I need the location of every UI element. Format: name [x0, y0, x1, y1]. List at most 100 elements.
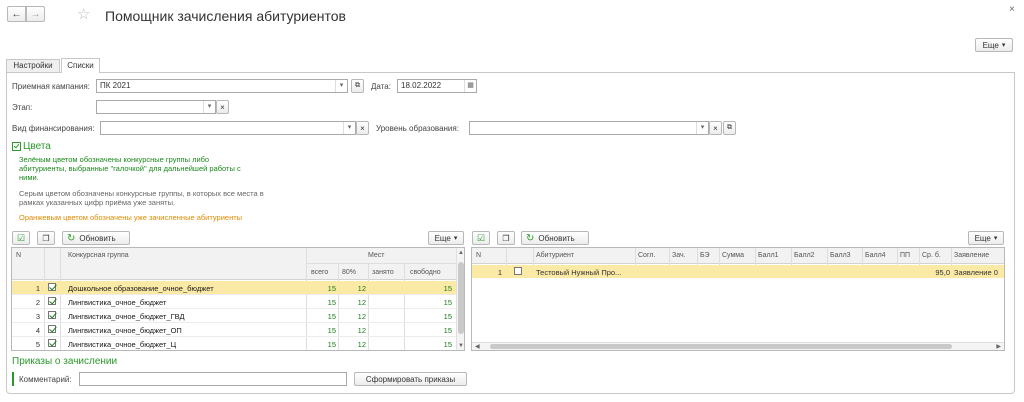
header-8: Балл2	[794, 252, 815, 259]
education-field[interactable]: ▾	[469, 121, 709, 135]
group-name: Дошкольное образование_очное_бюджет	[68, 284, 214, 293]
more-label: Еще	[434, 233, 451, 243]
orders-accent-bar	[12, 372, 14, 386]
financing-clear-icon[interactable]: ×	[356, 121, 369, 135]
more-button[interactable]: Еще ▾	[975, 38, 1013, 52]
create-orders-button[interactable]: Сформировать приказы	[354, 372, 467, 386]
table-row[interactable]: 4 Лингвистика_очное_бюджет_ОП 15 12 15	[12, 323, 456, 337]
comment-label: Комментарий:	[19, 375, 72, 384]
right-copy-icon[interactable]: ❐	[497, 231, 515, 245]
header-9: Балл3	[830, 252, 851, 259]
group-name: Лингвистика_очное_бюджет_Ц	[68, 340, 177, 349]
education-label: Уровень образования:	[376, 124, 459, 133]
scroll-left-icon[interactable]: ◀	[475, 343, 480, 350]
header-6: Сумма	[722, 252, 744, 259]
total-places: 15	[327, 340, 336, 349]
row-number: 3	[35, 312, 40, 321]
header-total: всего	[311, 269, 329, 276]
open-education-icon[interactable]: ⧉	[723, 121, 736, 135]
date-field[interactable]: 18.02.2022 ▦	[397, 79, 477, 93]
row-checkbox[interactable]	[48, 325, 56, 333]
favorite-star-icon[interactable]: ☆	[77, 5, 90, 23]
back-button[interactable]: ←	[7, 6, 26, 22]
stage-clear-icon[interactable]: ×	[216, 100, 229, 114]
close-icon[interactable]: ×	[1009, 4, 1015, 15]
row-checkbox[interactable]	[48, 297, 56, 305]
left-more-button[interactable]: Еще ▾	[428, 231, 464, 245]
left-refresh-button[interactable]: ↻ Обновить	[62, 231, 130, 245]
table-row[interactable]: 1 Тестовый Нужный Про... 95,0 Заявление 0	[472, 265, 1004, 278]
row-number: 5	[35, 340, 40, 349]
table-row[interactable]: 5 Лингвистика_очное_бюджет_Ц 15 12 15	[12, 337, 456, 350]
row-checkbox[interactable]	[514, 267, 522, 275]
header-10: Балл4	[865, 252, 886, 259]
group-name: Лингвистика_очное_бюджет_ГВД	[68, 312, 185, 321]
green-legend-text: Зелёным цветом обозначены конкурсные гру…	[19, 155, 241, 182]
open-campaign-icon[interactable]: ⧉	[351, 79, 364, 93]
colors-toggle[interactable]: Цвета	[12, 141, 51, 152]
campaign-field[interactable]: ПК 2021 ▾	[96, 79, 348, 93]
tab-lists[interactable]: Списки	[61, 58, 100, 73]
calendar-icon[interactable]: ▦	[464, 80, 476, 92]
chevron-down-icon[interactable]: ▾	[335, 80, 347, 92]
average-score: 95,0	[935, 268, 950, 277]
free-places: 15	[443, 340, 452, 349]
right-select-all-icon[interactable]: ☑	[472, 231, 490, 245]
right-more-button[interactable]: Еще ▾	[968, 231, 1004, 245]
campaign-value: ПК 2021	[100, 81, 131, 90]
chevron-down-icon[interactable]: ▾	[343, 122, 355, 134]
table-row[interactable]: 3 Лингвистика_очное_бюджет_ГВД 15 12 15	[12, 309, 456, 323]
chevron-down-icon[interactable]: ▾	[696, 122, 708, 134]
forward-button[interactable]: →	[26, 6, 45, 22]
group-name: Лингвистика_очное_бюджет_ОП	[68, 326, 182, 335]
row-number: 4	[35, 326, 40, 335]
scroll-thumb[interactable]	[490, 344, 952, 349]
applicant-name: Тестовый Нужный Про...	[536, 268, 622, 277]
header-5: БЭ	[700, 252, 710, 259]
free-places: 15	[443, 284, 452, 293]
row-checkbox[interactable]	[48, 311, 56, 319]
tab-settings[interactable]: Настройки	[6, 59, 60, 72]
select-all-icon[interactable]: ☑	[12, 231, 30, 245]
campaign-label: Приемная кампания:	[12, 82, 90, 91]
scroll-down-icon[interactable]: ▼	[458, 343, 464, 349]
row-checkbox[interactable]	[48, 283, 56, 291]
pct80-places: 12	[357, 326, 366, 335]
copy-icon[interactable]: ❐	[37, 231, 55, 245]
row-checkbox[interactable]	[48, 339, 56, 347]
header-3: Согл.	[638, 252, 656, 259]
tab-lists-label: Списки	[67, 61, 94, 70]
refresh-icon: ↻	[67, 232, 76, 244]
financing-field[interactable]: ▾	[100, 121, 356, 135]
comment-input[interactable]	[79, 372, 347, 386]
left-scrollbar[interactable]: ▲ ▼	[456, 248, 464, 350]
education-clear-icon[interactable]: ×	[709, 121, 722, 135]
total-places: 15	[327, 326, 336, 335]
free-places: 15	[443, 298, 452, 307]
header-7: Балл1	[758, 252, 779, 259]
right-refresh-button[interactable]: ↻ Обновить	[521, 231, 589, 245]
competition-groups-table: N Конкурсная группа Мест всего 80% занят…	[11, 247, 465, 351]
financing-label: Вид финансирования:	[12, 124, 95, 133]
scroll-thumb[interactable]	[458, 262, 464, 334]
header-free: свободно	[410, 269, 441, 276]
scroll-right-icon[interactable]: ▶	[996, 343, 1001, 350]
header-11: ПП	[900, 252, 911, 259]
pct80-places: 12	[357, 312, 366, 321]
free-places: 15	[443, 326, 452, 335]
free-places: 15	[443, 312, 452, 321]
table-row[interactable]: 2 Лингвистика_очное_бюджет 15 12 15	[12, 295, 456, 309]
header-4: Зач.	[672, 252, 686, 259]
right-hscrollbar[interactable]: ◀ ▶	[472, 342, 1004, 350]
date-label: Дата:	[371, 82, 391, 91]
pct80-places: 12	[357, 340, 366, 349]
table-row[interactable]: 1 Дошкольное образование_очное_бюджет 15 12…	[12, 281, 456, 295]
stage-field[interactable]: ▾	[96, 100, 216, 114]
header-12: Ср. б.	[922, 252, 941, 259]
scroll-up-icon[interactable]: ▲	[458, 250, 464, 256]
colors-title: Цвета	[23, 141, 51, 152]
applicants-table: N Абитуриент Согл. Зач. БЭ Сумма Балл1 Балл2 Бал…	[471, 247, 1005, 351]
chevron-down-icon[interactable]: ▾	[203, 101, 215, 113]
date-value: 18.02.2022	[401, 81, 442, 90]
gray-legend-text: Серым цветом обозначены конкурсные групп…	[19, 189, 264, 207]
